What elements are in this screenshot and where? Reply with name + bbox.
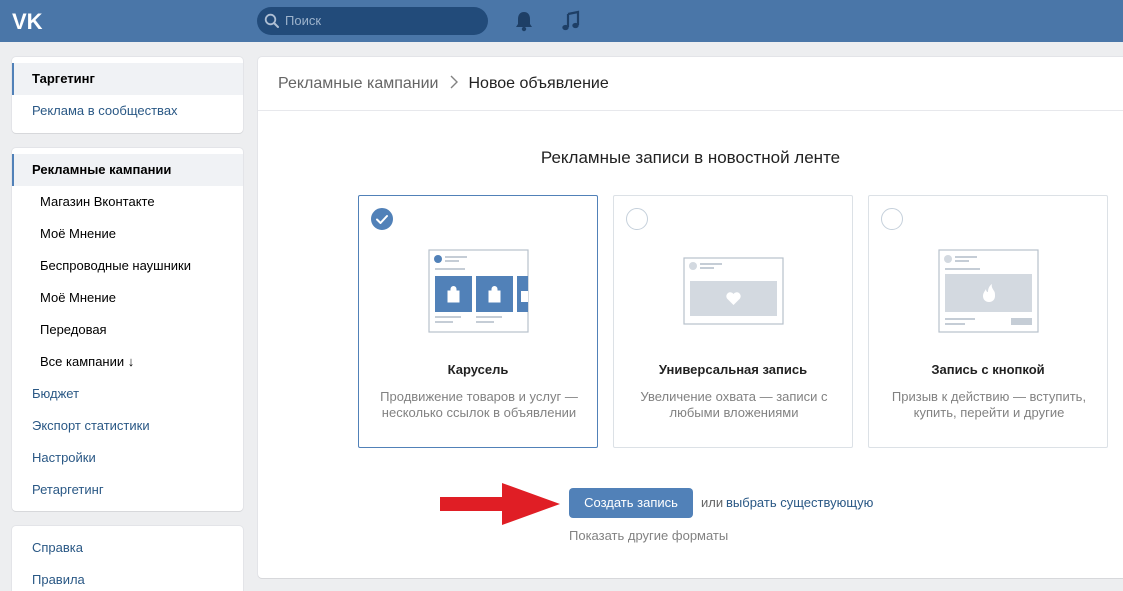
sidebar-item-campaign[interactable]: Моё Мнение (12, 282, 243, 314)
bell-icon[interactable] (514, 10, 534, 32)
music-icon[interactable] (560, 10, 582, 32)
sidebar-item-budget[interactable]: Бюджет (12, 378, 243, 410)
sidebar-item-campaign[interactable]: Передовая (12, 314, 243, 346)
sidebar-item-settings[interactable]: Настройки (12, 442, 243, 474)
red-arrow-annotation (440, 483, 560, 525)
search-input[interactable]: Поиск (257, 7, 488, 35)
heart-post-illustration (683, 257, 784, 325)
sidebar-item-campaign[interactable]: Магазин Вконтакте (12, 186, 243, 218)
sidebar-item-campaign[interactable]: Моё Мнение (12, 218, 243, 250)
card-description: Продвижение товаров и услуг — несколько … (380, 389, 578, 420)
radio-unchecked[interactable] (881, 208, 903, 230)
sidebar-panel-campaigns: Рекламные кампании Магазин Вконтакте Моё… (12, 148, 243, 511)
svg-text:VK: VK (12, 9, 43, 34)
breadcrumb-parent-link[interactable]: Рекламные кампании (278, 75, 438, 92)
check-icon (376, 215, 388, 224)
card-description: Увеличение охвата — записи с любыми влож… (640, 389, 828, 420)
section-title: Рекламные записи в новостной ленте (540, 148, 841, 167)
sidebar-item-ad-campaigns[interactable]: Рекламные кампании (12, 154, 243, 186)
button-post-illustration (938, 249, 1039, 333)
card-title: Карусель (447, 362, 509, 377)
card-title: Запись с кнопкой (931, 362, 1045, 377)
sidebar-item-targeting[interactable]: Таргетинг (12, 63, 243, 95)
sidebar-item-rules[interactable]: Правила (12, 564, 243, 591)
chevron-right-icon (450, 75, 459, 89)
choose-existing-link[interactable]: выбрать существующую (726, 495, 873, 510)
breadcrumb-current: Новое объявление (468, 75, 609, 92)
radio-checked[interactable] (371, 208, 393, 230)
card-description: Призыв к действию — вступить, купить, пе… (891, 389, 1087, 420)
sidebar-item-help[interactable]: Справка (12, 532, 243, 564)
sidebar-item-retargeting[interactable]: Ретаргетинг (12, 474, 243, 506)
format-card-button-post[interactable]: Запись с кнопкой Призыв к действию — вст… (868, 195, 1108, 448)
vk-logo[interactable]: VK (12, 8, 46, 34)
sidebar-item-campaign[interactable]: Беспроводные наушники (12, 250, 243, 282)
format-card-universal[interactable]: Универсальная запись Увеличение охвата —… (613, 195, 853, 448)
sidebar-panel-targeting: Таргетинг Реклама в сообществах (12, 57, 243, 133)
format-card-carousel[interactable]: Карусель Продвижение товаров и услуг — н… (358, 195, 598, 448)
sidebar-item-community-ads[interactable]: Реклама в сообществах (12, 95, 243, 127)
main-panel: Рекламные кампании Новое объявление Рекла… (258, 57, 1123, 578)
carousel-illustration (428, 249, 529, 333)
or-text: или (701, 495, 724, 510)
breadcrumb: Рекламные кампании Новое объявление (258, 57, 1123, 111)
sidebar-item-export-stats[interactable]: Экспорт статистики (12, 410, 243, 442)
sidebar-panel-help: Справка Правила (12, 526, 243, 591)
radio-unchecked[interactable] (626, 208, 648, 230)
show-other-formats-link[interactable]: Показать другие форматы (569, 528, 728, 543)
create-post-button[interactable]: Создать запись (569, 488, 693, 518)
card-title: Универсальная запись (658, 362, 808, 377)
search-icon (264, 13, 279, 28)
top-bar: VK Поиск (0, 0, 1123, 42)
sidebar-item-all-campaigns[interactable]: Все кампании ↓ (12, 346, 243, 378)
